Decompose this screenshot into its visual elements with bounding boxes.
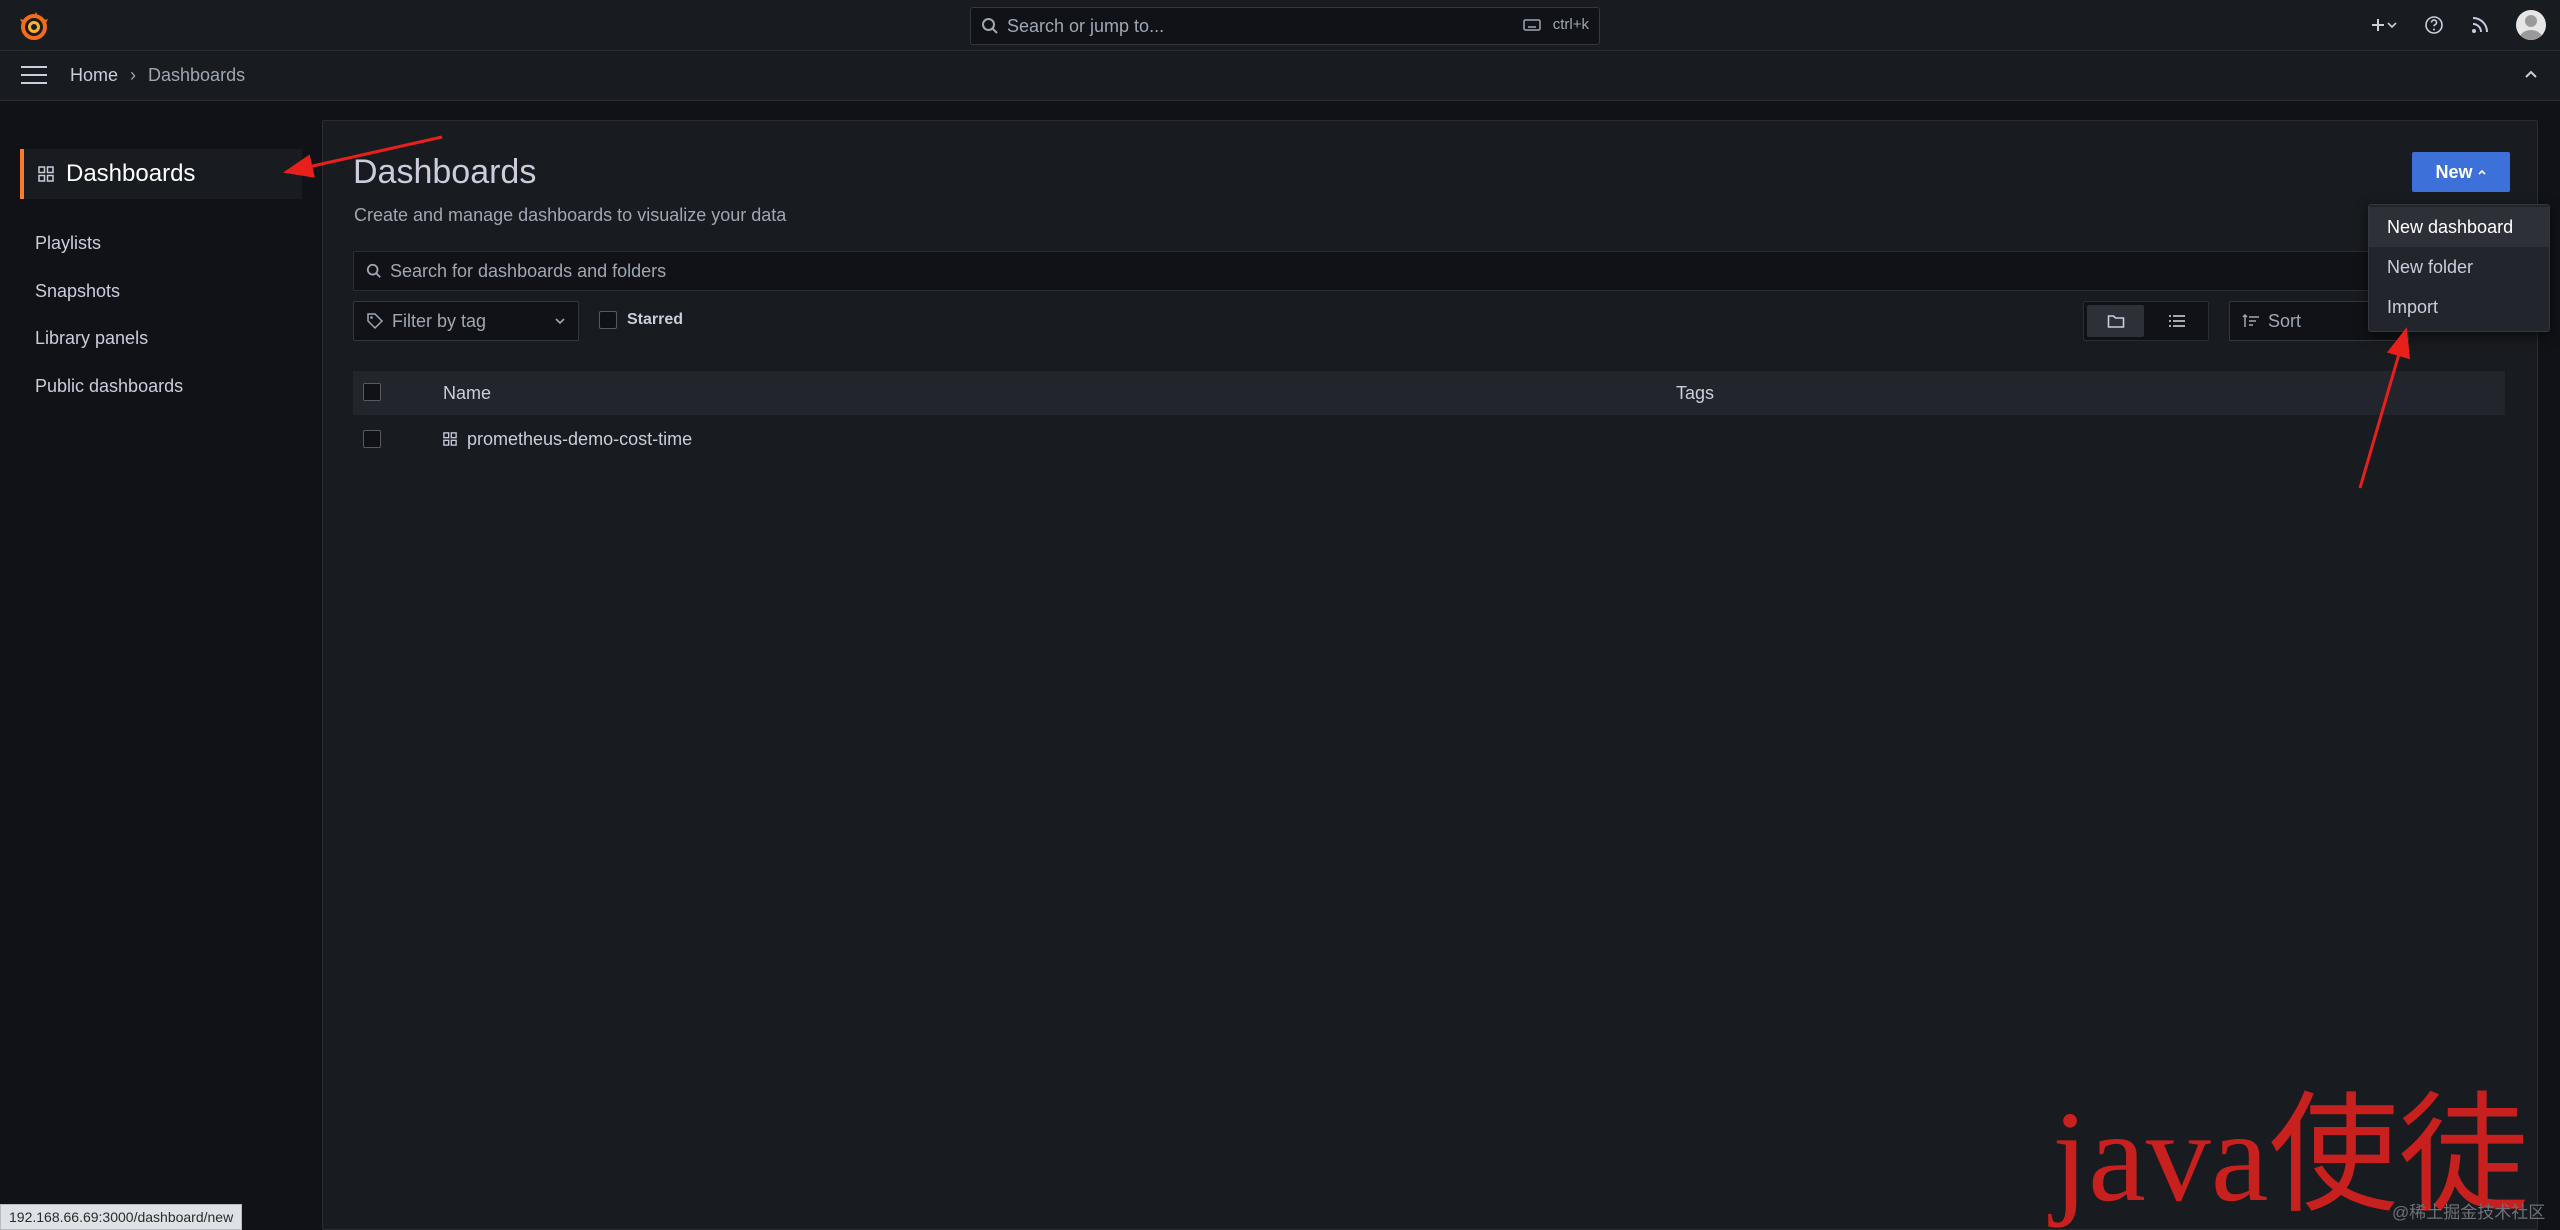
sort-label: Sort	[2268, 310, 2302, 331]
menu-item-new-folder[interactable]: New folder	[2369, 247, 2549, 287]
new-dropdown-menu: New dashboard New folder Import	[2368, 204, 2550, 332]
menu-item-new-dashboard[interactable]: New dashboard	[2369, 207, 2549, 247]
sidebar-item-playlists[interactable]: Playlists	[35, 233, 101, 254]
table-header: Name Tags	[353, 371, 2505, 415]
tag-icon	[367, 313, 384, 330]
view-toggle	[2083, 301, 2209, 341]
dashboard-search-placeholder: Search for dashboards and folders	[390, 260, 667, 281]
page-title: Dashboards	[353, 153, 537, 191]
starred-filter[interactable]: Starred	[599, 311, 683, 329]
search-icon	[982, 18, 998, 34]
breadcrumb-current: Dashboards	[148, 65, 246, 85]
status-url: 192.168.66.69:3000/dashboard/new	[0, 1204, 243, 1230]
rss-icon	[2472, 17, 2488, 33]
column-header-tags: Tags	[1676, 382, 1715, 403]
sort-amount-icon	[2242, 314, 2259, 327]
search-shortcut-text: ctrl+k	[1552, 16, 1589, 33]
global-search-input[interactable]: Search or jump to... ctrl+k	[970, 7, 1600, 45]
dashboard-search-input[interactable]: Search for dashboards and folders	[353, 251, 2503, 291]
apps-grid-icon	[443, 432, 457, 446]
dashboard-name: prometheus-demo-cost-time	[467, 428, 693, 449]
watermark-small: @稀土掘金技术社区	[2392, 1203, 2546, 1222]
sidebar-item-snapshots[interactable]: Snapshots	[35, 281, 120, 302]
sidebar-active-label: Dashboards	[66, 160, 196, 187]
news-button[interactable]	[2470, 15, 2490, 35]
row-checkbox[interactable]	[363, 430, 381, 448]
folder-view-button[interactable]	[2087, 305, 2144, 337]
dashboard-link[interactable]: prometheus-demo-cost-time	[443, 429, 692, 450]
column-header-name: Name	[443, 382, 492, 403]
breadcrumb: Home › Dashboards	[70, 65, 245, 86]
sidebar-item-public-dashboards[interactable]: Public dashboards	[35, 376, 183, 397]
top-right-actions	[2370, 10, 2546, 40]
plus-icon	[2372, 19, 2384, 31]
list-icon	[2168, 315, 2185, 327]
starred-label: Starred	[627, 311, 684, 328]
apps-grid-icon	[38, 166, 54, 182]
new-button-label: New	[2435, 161, 2473, 182]
starred-checkbox[interactable]	[599, 311, 617, 329]
new-button[interactable]: New	[2412, 152, 2510, 192]
top-bar: Search or jump to... ctrl+k	[0, 0, 2560, 51]
menu-toggle-icon[interactable]	[21, 66, 47, 86]
keyboard-icon	[1522, 18, 1541, 31]
folder-icon	[2107, 315, 2124, 328]
sidebar-item-library-panels[interactable]: Library panels	[35, 328, 148, 349]
search-shortcut: ctrl+k	[1522, 16, 1589, 33]
user-icon	[2519, 15, 2543, 40]
chevron-down-icon	[555, 318, 565, 325]
breadcrumb-home[interactable]: Home	[70, 65, 118, 86]
help-button[interactable]	[2424, 15, 2444, 35]
grafana-logo-icon[interactable]	[18, 10, 50, 42]
search-icon	[366, 263, 381, 278]
page-subtitle: Create and manage dashboards to visualiz…	[354, 205, 787, 225]
add-menu-button[interactable]	[2370, 17, 2398, 33]
sidebar-item-dashboards[interactable]: Dashboards	[20, 149, 302, 199]
chevron-down-icon	[2387, 22, 2397, 29]
select-all-checkbox[interactable]	[363, 383, 381, 401]
breadcrumb-bar: Home › Dashboards	[0, 51, 2560, 101]
menu-item-import[interactable]: Import	[2369, 287, 2549, 327]
chevron-up-icon[interactable]	[2522, 66, 2540, 84]
user-avatar[interactable]	[2516, 10, 2546, 40]
list-view-button[interactable]	[2148, 305, 2205, 337]
section-nav: Dashboards Playlists Snapshots Library p…	[0, 101, 322, 1230]
help-icon	[2425, 16, 2443, 34]
tag-filter-placeholder: Filter by tag	[392, 310, 487, 331]
breadcrumb-separator: ›	[130, 65, 137, 85]
chevron-up-icon	[2477, 169, 2486, 175]
table-row[interactable]: prometheus-demo-cost-time	[353, 417, 2505, 461]
global-search-placeholder: Search or jump to...	[1007, 15, 1165, 36]
tag-filter-select[interactable]: Filter by tag	[353, 301, 579, 341]
